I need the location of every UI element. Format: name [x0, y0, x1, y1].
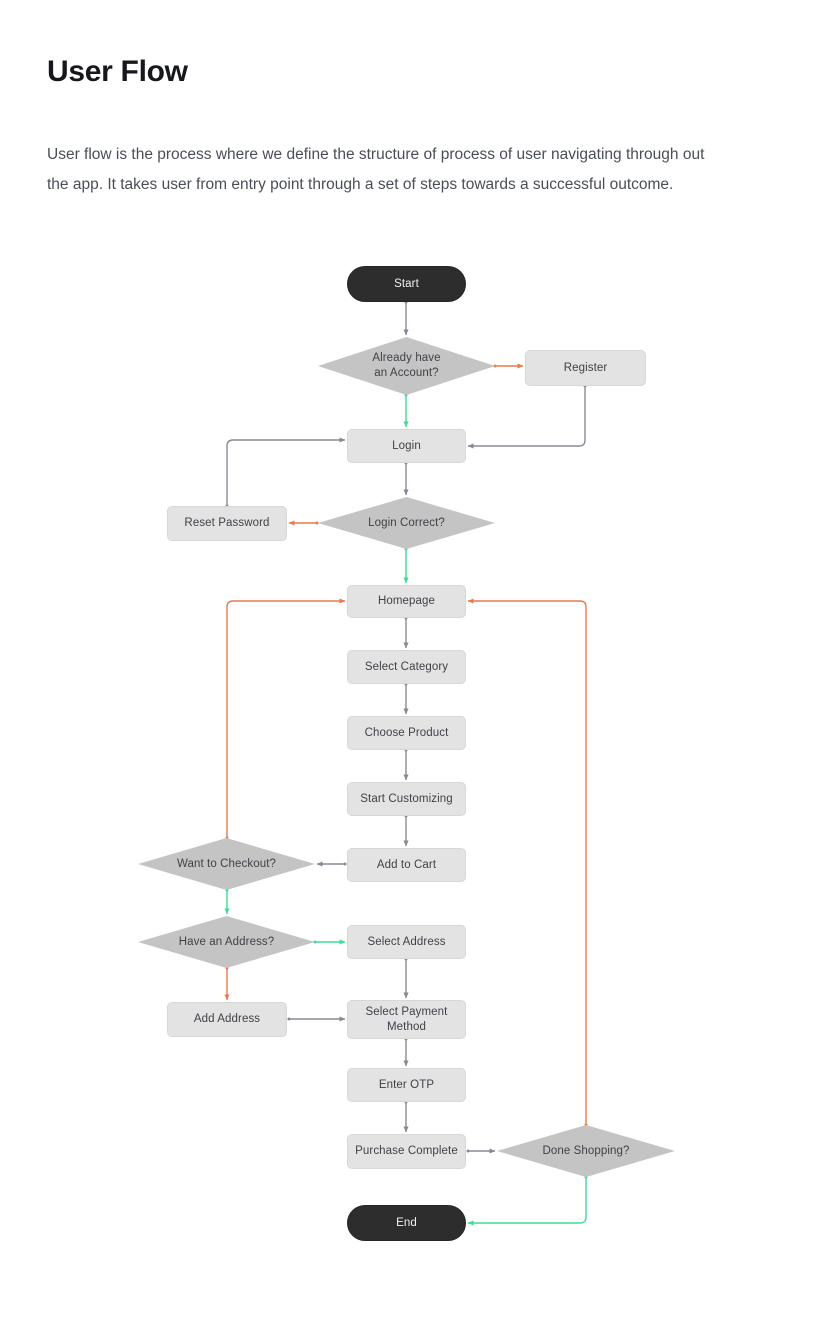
flow-node-label: Reset Password	[184, 517, 270, 529]
flow-node-login[interactable]: Login	[347, 429, 466, 463]
flow-node-label: Enter OTP	[378, 1078, 435, 1091]
flow-node-start_custom[interactable]: Start Customizing	[347, 782, 466, 816]
flow-node-select_addr[interactable]: Select Address	[347, 925, 466, 959]
flow-node-choose_prod[interactable]: Choose Product	[347, 716, 466, 750]
flow-node-label: Homepage	[377, 595, 436, 607]
flow-node-label: Start	[394, 277, 419, 290]
flow-node-label: Start Customizing	[360, 792, 453, 805]
flow-node-register[interactable]: Register	[525, 350, 646, 386]
flow-node-label: Login	[392, 439, 421, 452]
diamond-shape-have_account	[318, 337, 495, 395]
flow-node-label: Select Address	[367, 935, 446, 948]
flow-node-purchase[interactable]: Purchase Complete	[347, 1134, 466, 1169]
flow-node-start[interactable]: Start	[347, 266, 466, 302]
flow-node-select_pay[interactable]: Select Payment Method	[347, 1000, 466, 1039]
flow-node-label: Choose Product	[364, 726, 449, 739]
diamond-shape-login_correct	[318, 497, 495, 549]
flow-node-homepage[interactable]: Homepage	[347, 585, 466, 618]
flow-node-done_shop[interactable]: Done Shopping?	[497, 1125, 675, 1177]
flow-node-label: Select Category	[364, 660, 449, 673]
flow-node-reset_pw[interactable]: Reset Password	[167, 506, 287, 541]
flow-node-label: Register	[563, 361, 608, 374]
diamond-shape-have_address	[138, 916, 315, 968]
flow-node-login_correct[interactable]: Login Correct?	[318, 497, 495, 549]
flow-node-have_account[interactable]: Already have an Account?	[318, 337, 495, 395]
flow-node-enter_otp[interactable]: Enter OTP	[347, 1068, 466, 1102]
flow-node-end[interactable]: End	[347, 1205, 466, 1241]
diamond-shape-done_shop	[497, 1125, 675, 1177]
flow-node-label: Select Payment Method	[365, 1005, 448, 1033]
flow-node-select_cat[interactable]: Select Category	[347, 650, 466, 684]
flow-node-have_address[interactable]: Have an Address?	[138, 916, 315, 968]
flowchart-nodes: Start Already have an Account? Register Logi…	[0, 0, 825, 1320]
flow-node-want_checkout[interactable]: Want to Checkout?	[138, 838, 315, 890]
flow-node-label: Add to Cart	[376, 858, 437, 871]
diamond-shape-want_checkout	[138, 838, 315, 890]
user-flow-page: User Flow User flow is the process where…	[0, 0, 825, 1320]
flow-node-label: End	[396, 1216, 417, 1229]
flow-node-label: Purchase Complete	[355, 1145, 458, 1157]
flow-node-add_address[interactable]: Add Address	[167, 1002, 287, 1037]
flow-node-label: Add Address	[193, 1013, 261, 1025]
flow-node-add_to_cart[interactable]: Add to Cart	[347, 848, 466, 882]
